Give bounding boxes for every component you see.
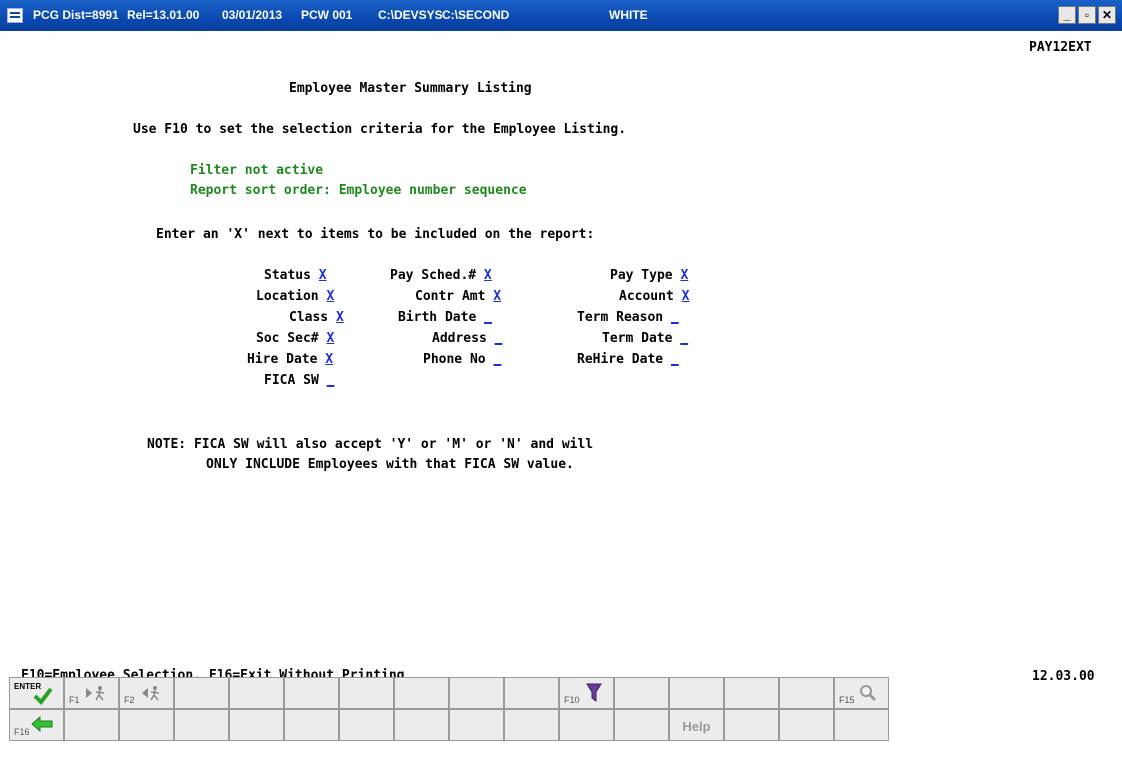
- include-prompt: Enter an 'X' next to items to be include…: [156, 227, 595, 242]
- f29-button[interactable]: [724, 709, 779, 741]
- magnifier-icon: [860, 685, 877, 702]
- title-color: WHITE: [609, 8, 648, 22]
- field-label-fica-sw: FICA SW _: [264, 373, 335, 388]
- checkmark-icon: [33, 687, 53, 705]
- f6-button[interactable]: [339, 677, 394, 709]
- field-term-date-input[interactable]: _: [680, 331, 688, 346]
- note-line-1: NOTE: FICA SW will also accept 'Y' or 'M…: [147, 437, 594, 452]
- field-label-soc-sec: Soc Sec# X: [256, 331, 335, 346]
- f31-button[interactable]: [834, 709, 889, 741]
- field-soc-sec-input[interactable]: X: [326, 331, 334, 346]
- field-label-account: Account X: [619, 289, 690, 304]
- f26-button[interactable]: [559, 709, 614, 741]
- title-workstation: PCW 001: [301, 8, 353, 22]
- f25-button[interactable]: [504, 709, 559, 741]
- field-account-input[interactable]: X: [682, 289, 690, 304]
- f15-button[interactable]: F15: [834, 677, 889, 709]
- f20-button[interactable]: [229, 709, 284, 741]
- enter-button[interactable]: ENTER: [9, 677, 64, 709]
- f17-button[interactable]: [64, 709, 119, 741]
- title-dist: PCG Dist=8991: [33, 8, 119, 22]
- f9-button[interactable]: [504, 677, 559, 709]
- title-bar: PCG Dist=8991 Rel=13.01.00 03/01/2013 PC…: [0, 0, 1122, 31]
- f10-button[interactable]: F10: [559, 677, 614, 709]
- field-class-input[interactable]: X: [336, 310, 344, 325]
- field-label-address: Address _: [432, 331, 503, 346]
- f16-button[interactable]: F16: [9, 709, 64, 741]
- f27-button[interactable]: [614, 709, 669, 741]
- sort-order: Report sort order: Employee number seque…: [190, 183, 527, 198]
- f3-button[interactable]: [174, 677, 229, 709]
- f1-button[interactable]: F1: [64, 677, 119, 709]
- minimize-button[interactable]: _: [1058, 6, 1076, 24]
- field-label-hire-date: Hire Date X: [247, 352, 334, 367]
- field-pay-sched-input[interactable]: X: [484, 268, 492, 283]
- run-forward-icon: [86, 686, 105, 701]
- f18-button[interactable]: [119, 709, 174, 741]
- program-id: PAY12EXT: [1029, 40, 1092, 55]
- f8-button[interactable]: [449, 677, 504, 709]
- filter-icon: [586, 683, 602, 702]
- title-second-path: C:\SECOND: [442, 8, 510, 22]
- terminal-screen: PAY12EXT Employee Master Summary Listing…: [0, 31, 1122, 769]
- field-status-input[interactable]: X: [319, 268, 327, 283]
- f22-button[interactable]: [339, 709, 394, 741]
- field-label-term-reason: Term Reason _: [577, 310, 679, 325]
- field-fica-sw-input[interactable]: _: [327, 373, 335, 388]
- field-contr-amt-input[interactable]: X: [493, 289, 501, 304]
- field-hire-date-input[interactable]: X: [325, 352, 333, 367]
- help-button[interactable]: Help: [669, 709, 724, 741]
- title-devsys-path: C:\DEVSYS: [378, 8, 443, 22]
- f7-button[interactable]: [394, 677, 449, 709]
- field-location-input[interactable]: X: [326, 289, 334, 304]
- f11-button[interactable]: [614, 677, 669, 709]
- f12-button[interactable]: [669, 677, 724, 709]
- version-label: 12.03.00: [1032, 669, 1095, 684]
- f14-button[interactable]: [779, 677, 834, 709]
- note-line-2: ONLY INCLUDE Employees with that FICA SW…: [206, 457, 574, 472]
- field-rehire-date-input[interactable]: _: [671, 352, 679, 367]
- field-label-location: Location X: [256, 289, 335, 304]
- f5-button[interactable]: [284, 677, 339, 709]
- field-birth-date-input[interactable]: _: [484, 310, 492, 325]
- field-label-pay-type: Pay Type X: [610, 268, 689, 283]
- field-address-input[interactable]: _: [495, 331, 503, 346]
- page-title: Employee Master Summary Listing: [289, 81, 532, 96]
- title-date: 03/01/2013: [222, 8, 283, 22]
- field-label-phone-no: Phone No _: [423, 352, 502, 367]
- f21-button[interactable]: [284, 709, 339, 741]
- close-button[interactable]: ✕: [1098, 6, 1116, 24]
- field-phone-no-input[interactable]: _: [493, 352, 501, 367]
- instruction-text: Use F10 to set the selection criteria fo…: [133, 122, 627, 137]
- f2-button[interactable]: F2: [119, 677, 174, 709]
- field-label-pay-sched: Pay Sched.# X: [390, 268, 492, 283]
- field-label-status: Status X: [264, 268, 327, 283]
- field-term-reason-input[interactable]: _: [671, 310, 679, 325]
- field-pay-type-input[interactable]: X: [680, 268, 688, 283]
- field-label-rehire-date: ReHire Date _: [577, 352, 679, 367]
- run-back-icon: [142, 686, 160, 701]
- app-menu-icon[interactable]: [7, 8, 23, 23]
- filter-status: Filter not active: [190, 163, 324, 178]
- f4-button[interactable]: [229, 677, 284, 709]
- f23-button[interactable]: [394, 709, 449, 741]
- f30-button[interactable]: [779, 709, 834, 741]
- title-release: Rel=13.01.00: [127, 8, 200, 22]
- field-label-contr-amt: Contr Amt X: [415, 289, 502, 304]
- field-label-term-date: Term Date _: [602, 331, 689, 346]
- back-arrow-icon: [31, 716, 53, 732]
- f19-button[interactable]: [174, 709, 229, 741]
- f13-button[interactable]: [724, 677, 779, 709]
- field-label-birth-date: Birth Date _: [398, 310, 492, 325]
- maximize-button[interactable]: ▫: [1078, 6, 1096, 24]
- f24-button[interactable]: [449, 709, 504, 741]
- field-label-class: Class X: [289, 310, 344, 325]
